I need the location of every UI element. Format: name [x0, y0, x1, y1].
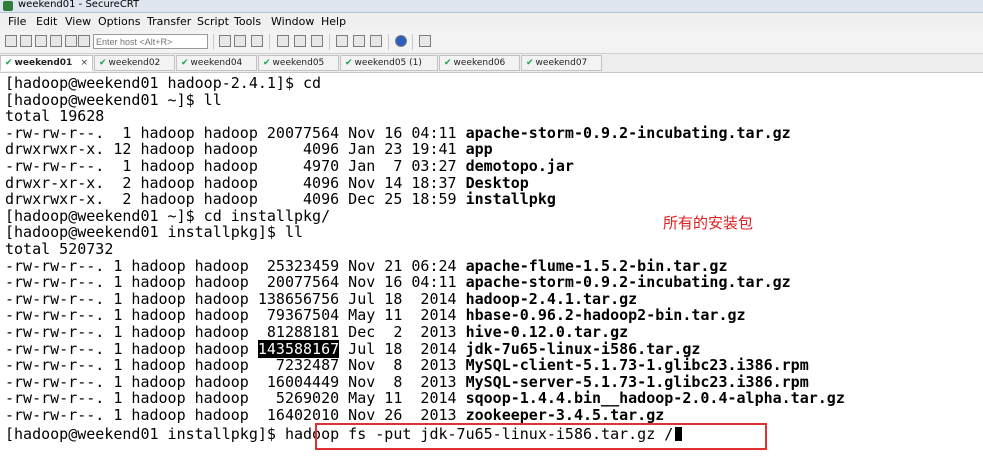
tab-weekend02[interactable]: ✔ weekend02	[94, 55, 175, 71]
connect-tab-icon[interactable]	[35, 35, 47, 47]
tab-label: weekend07	[535, 58, 588, 68]
tab-label: weekend01	[14, 58, 73, 68]
tab-label: weekend05 (1)	[354, 58, 422, 68]
tab-weekend04[interactable]: ✔ weekend04	[176, 55, 257, 71]
connected-check-icon: ✔	[263, 58, 271, 68]
toolbar-separator	[329, 34, 330, 50]
title-bar: weekend01 - SecureCRT	[0, 0, 983, 13]
tab-weekend05-1[interactable]: ✔ weekend05 (1)	[340, 55, 438, 71]
annotation-label: 所有的安装包	[663, 214, 754, 232]
typed-command: hadoop fs -put jdk-7u65-linux-i586.tar.g…	[284, 425, 674, 443]
terminal-line: -rw-rw-r--. 1 hadoop hadoop 25323459 Nov…	[5, 256, 728, 275]
paste-icon[interactable]	[234, 35, 246, 47]
menu-transfer[interactable]: Transfer	[147, 15, 191, 28]
close-tab-icon[interactable]: ×	[80, 56, 88, 70]
print-setup-icon[interactable]	[277, 35, 289, 47]
settings-icon[interactable]	[336, 35, 348, 47]
disconnect-icon[interactable]	[65, 35, 77, 47]
connected-check-icon: ✔	[526, 58, 534, 68]
sftp-icon[interactable]	[419, 35, 431, 47]
terminal-line: drwxrwxr-x. 12 hadoop hadoop 4096 Jan 23…	[5, 140, 493, 159]
toolbar	[0, 31, 983, 54]
terminal-line: -rw-rw-r--. 1 hadoop hadoop 16004449 Nov…	[5, 372, 809, 391]
connected-check-icon: ✔	[444, 58, 452, 68]
terminal-line: -rw-rw-r--. 1 hadoop hadoop 20077564 Nov…	[5, 273, 791, 292]
terminal-line: [hadoop@weekend01 hadoop-2.4.1]$ cd	[5, 74, 322, 92]
tab-weekend05[interactable]: ✔ weekend05	[258, 55, 339, 71]
menu-view[interactable]: View	[65, 15, 91, 28]
window-title: weekend01 - SecureCRT	[18, 0, 140, 10]
terminal-line: -rw-rw-r--. 1 hadoop hadoop 7232487 Nov …	[5, 356, 809, 375]
tab-weekend01[interactable]: ✔ weekend01 ×	[0, 55, 93, 71]
copy-icon[interactable]	[219, 35, 231, 47]
menu-help[interactable]: Help	[321, 15, 346, 28]
tab-label: weekend02	[108, 58, 161, 68]
terminal-line: total 19628	[5, 107, 105, 126]
tab-label: weekend05	[272, 58, 325, 68]
tab-label: weekend04	[190, 58, 243, 68]
terminal-prompt-line[interactable]: [hadoop@weekend01 installpkg]$ hadoop fs…	[5, 425, 683, 443]
find-icon[interactable]	[251, 35, 263, 47]
terminal-line: -rw-rw-r--. 1 hadoop hadoop 16402010 Nov…	[5, 406, 665, 424]
terminal-line: [hadoop@weekend01 ~]$ cd installpkg/	[5, 206, 331, 225]
menu-tools[interactable]: Tools	[234, 15, 261, 28]
session-tab-bar: ✔ weekend01 × ✔ weekend02 ✔ weekend04 ✔ week…	[0, 54, 983, 73]
toolbar-separator	[388, 34, 389, 50]
terminal-area[interactable]: [hadoop@weekend01 hadoop-2.4.1]$ cd [had…	[0, 73, 983, 473]
terminal-line: -rw-rw-r--. 1 hadoop hadoop 81288181 Dec…	[5, 323, 629, 341]
menu-options[interactable]: Options	[98, 15, 140, 28]
terminal-line: -rw-rw-r--. 1 hadoop hadoop 143588167 Ju…	[5, 339, 701, 358]
terminal-line: drwxrwxr-x. 2 hadoop hadoop 4096 Dec 25 …	[5, 190, 556, 209]
toolbar-separator	[213, 34, 214, 50]
reconnect-icon[interactable]	[50, 35, 62, 47]
print-icon[interactable]	[294, 35, 306, 47]
menu-script[interactable]: Script	[197, 15, 229, 28]
terminal-line: -rw-rw-r--. 1 hadoop hadoop 20077564 Nov…	[5, 123, 791, 142]
terminal-line: total 520732	[5, 240, 114, 258]
securecrt-app-icon	[3, 1, 13, 11]
session-options-icon[interactable]	[78, 35, 90, 47]
tab-label: weekend06	[453, 58, 506, 68]
key-icon[interactable]	[370, 35, 382, 47]
terminal-line: -rw-rw-r--. 1 hadoop hadoop 79367504 May…	[5, 306, 746, 325]
print-screen-icon[interactable]	[311, 35, 323, 47]
connect-icon[interactable]	[5, 35, 17, 47]
connected-check-icon: ✔	[181, 58, 189, 68]
toolbar-separator	[412, 34, 413, 50]
tab-weekend06[interactable]: ✔ weekend06	[439, 55, 520, 71]
terminal-cursor	[675, 427, 683, 441]
help-icon[interactable]	[395, 35, 407, 47]
keymap-icon[interactable]	[353, 35, 365, 47]
menu-edit[interactable]: Edit	[36, 15, 57, 28]
enter-host-input[interactable]	[93, 34, 208, 49]
tab-weekend07[interactable]: ✔ weekend07	[521, 55, 602, 71]
menu-window[interactable]: Window	[271, 15, 314, 28]
terminal-line: -rw-rw-r--. 1 hadoop hadoop 4970 Jan 7 0…	[5, 157, 574, 175]
terminal-line: -rw-rw-r--. 1 hadoop hadoop 138656756 Ju…	[5, 289, 638, 308]
menu-bar: File Edit View Options Transfer Script T…	[0, 13, 983, 31]
toolbar-separator	[269, 34, 270, 50]
terminal-line: drwxr-xr-x. 2 hadoop hadoop 4096 Nov 14 …	[5, 173, 529, 192]
connected-check-icon: ✔	[99, 58, 107, 68]
quick-connect-icon[interactable]	[20, 35, 32, 47]
terminal-line: [hadoop@weekend01 ~]$ ll	[5, 90, 222, 109]
menu-file[interactable]: File	[8, 15, 26, 28]
connected-check-icon: ✔	[5, 58, 13, 68]
selected-size-highlight: 143588167	[257, 339, 340, 358]
terminal-line: [hadoop@weekend01 installpkg]$ ll	[5, 223, 304, 242]
connected-check-icon: ✔	[345, 58, 353, 68]
terminal-line: -rw-rw-r--. 1 hadoop hadoop 5269020 May …	[5, 389, 845, 408]
